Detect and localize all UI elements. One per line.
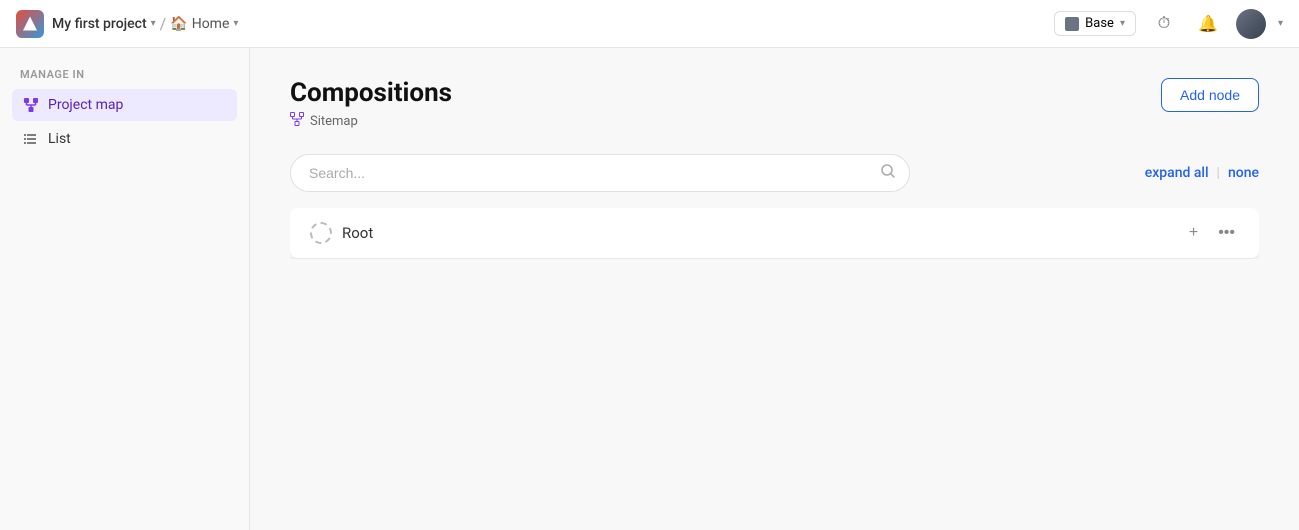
- root-node-label: Root: [342, 224, 373, 242]
- expand-separator: |: [1217, 165, 1220, 181]
- project-map-icon: [22, 96, 40, 114]
- sidebar-item-list[interactable]: List: [12, 123, 237, 155]
- tree-row-root: Root + •••: [290, 208, 1259, 259]
- top-nav: My first project ▾ / 🏠 Home ▾ Base ▾ ⏱ 🔔…: [0, 0, 1299, 48]
- nav-right: Base ▾ ⏱ 🔔 ▾: [1054, 8, 1283, 40]
- main-layout: Manage in Project map: [0, 48, 1299, 530]
- home-label: Home: [192, 16, 230, 32]
- tree-empty-area: [290, 259, 1259, 439]
- breadcrumb-separator: /: [160, 14, 167, 33]
- base-chevron-icon: ▾: [1120, 18, 1125, 29]
- avatar[interactable]: [1236, 9, 1266, 39]
- home-selector[interactable]: 🏠 Home ▾: [170, 16, 238, 32]
- page-title-area: Compositions Sitemap: [290, 78, 452, 130]
- base-icon: [1065, 17, 1079, 31]
- home-icon: 🏠: [170, 16, 187, 32]
- app-logo[interactable]: [16, 10, 44, 38]
- breadcrumb: My first project ▾ / 🏠 Home ▾: [52, 14, 238, 33]
- tree-row-actions: + •••: [1185, 222, 1239, 244]
- sidebar-item-project-map[interactable]: Project map: [12, 89, 237, 121]
- page-sub-breadcrumb: Sitemap: [290, 112, 452, 130]
- list-icon: [22, 130, 40, 148]
- expand-actions: expand all | none: [1145, 165, 1259, 181]
- sidebar: Manage in Project map: [0, 48, 250, 530]
- tree-container: Root + •••: [290, 208, 1259, 439]
- project-selector[interactable]: My first project ▾: [52, 16, 156, 32]
- tree-row-left: Root: [310, 222, 373, 244]
- search-input[interactable]: [290, 154, 910, 192]
- search-icon: [880, 163, 896, 183]
- base-selector[interactable]: Base ▾: [1054, 11, 1136, 36]
- project-map-label: Project map: [48, 97, 123, 113]
- more-options-button[interactable]: •••: [1214, 222, 1239, 244]
- add-node-button[interactable]: Add node: [1161, 78, 1259, 112]
- node-circle-icon: [310, 222, 332, 244]
- project-chevron-icon: ▾: [151, 18, 156, 29]
- sidebar-section-label: Manage in: [12, 68, 237, 81]
- sitemap-icon: [290, 112, 304, 130]
- nav-left: My first project ▾ / 🏠 Home ▾: [16, 10, 238, 38]
- search-expand-row: expand all | none: [290, 154, 1259, 192]
- main-content: Compositions Sitemap: [250, 48, 1299, 530]
- project-name-label: My first project: [52, 16, 147, 32]
- expand-all-link[interactable]: expand all: [1145, 165, 1209, 181]
- page-header: Compositions Sitemap: [290, 78, 1259, 130]
- app-logo-icon: [23, 17, 37, 31]
- notification-button[interactable]: 🔔: [1192, 8, 1224, 40]
- avatar-image: [1236, 9, 1266, 39]
- list-label: List: [48, 131, 71, 147]
- add-child-button[interactable]: +: [1185, 222, 1202, 244]
- base-label: Base: [1085, 16, 1114, 31]
- none-link[interactable]: none: [1228, 165, 1259, 181]
- page-title: Compositions: [290, 78, 452, 108]
- user-menu-chevron-icon[interactable]: ▾: [1278, 18, 1283, 29]
- history-button[interactable]: ⏱: [1148, 8, 1180, 40]
- sitemap-label: Sitemap: [310, 114, 358, 129]
- search-container: [290, 154, 910, 192]
- home-chevron-icon: ▾: [233, 18, 238, 29]
